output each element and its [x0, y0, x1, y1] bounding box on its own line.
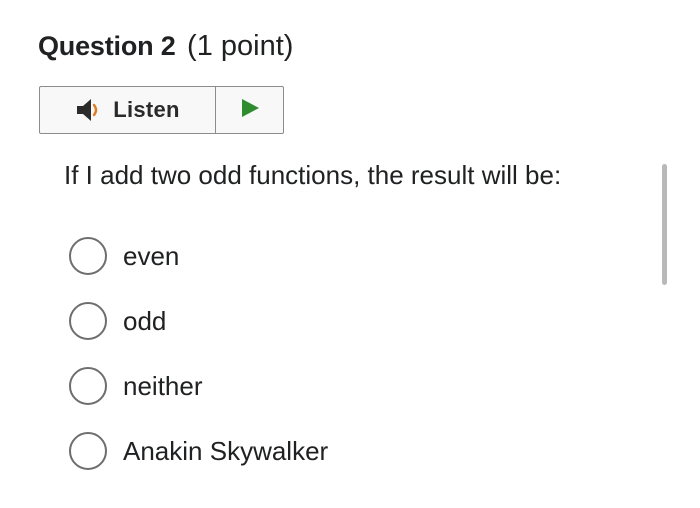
option-label: neither — [123, 371, 203, 401]
question-prompt: If I add two odd functions, the result w… — [64, 160, 562, 190]
answer-option-odd[interactable]: odd — [69, 300, 328, 342]
play-button[interactable] — [216, 87, 283, 133]
answer-options: even odd neither Anakin Skywalker — [69, 235, 328, 495]
radio-button[interactable] — [69, 432, 107, 470]
radio-button[interactable] — [69, 302, 107, 340]
answer-option-neither[interactable]: neither — [69, 365, 328, 407]
listen-label: Listen — [113, 97, 180, 122]
question-header: Question 2 (1 point) — [38, 28, 293, 64]
listen-button[interactable]: Listen — [40, 87, 216, 133]
question-label: Question 2 — [38, 31, 176, 61]
option-label: odd — [123, 306, 167, 336]
scrollbar-thumb[interactable] — [662, 164, 667, 285]
answer-option-even[interactable]: even — [69, 235, 328, 277]
radio-button[interactable] — [69, 367, 107, 405]
option-label: Anakin Skywalker — [123, 436, 329, 466]
question-points: (1 point) — [187, 30, 294, 62]
listen-widget: Listen — [39, 86, 284, 134]
option-label: even — [123, 241, 180, 271]
answer-option-anakin-skywalker[interactable]: Anakin Skywalker — [69, 430, 328, 472]
play-icon — [239, 97, 261, 124]
speaker-icon — [75, 97, 105, 123]
radio-button[interactable] — [69, 237, 107, 275]
